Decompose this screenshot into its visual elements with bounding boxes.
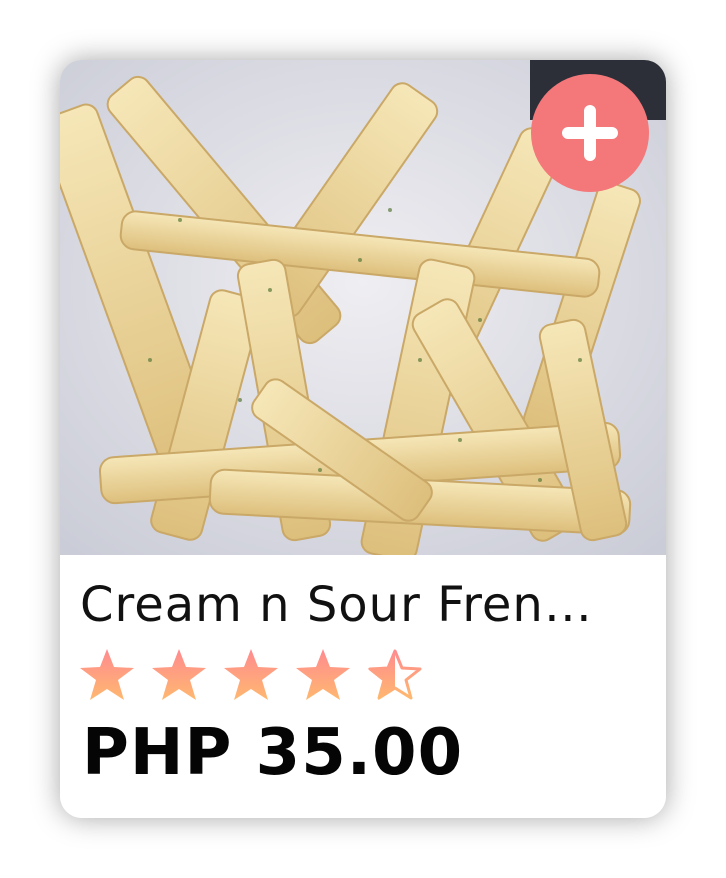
product-info: Cream n Sour Fren… PHP 35.00 (60, 555, 666, 818)
add-to-cart-button[interactable] (531, 74, 649, 192)
star-rating (78, 647, 424, 703)
product-name: Cream n Sour Fren… (80, 577, 593, 633)
star-full-icon (80, 649, 134, 700)
plus-icon (562, 105, 618, 161)
product-price: PHP 35.00 (82, 716, 464, 790)
star-full-icon (224, 649, 278, 700)
star-half-icon (368, 649, 422, 700)
product-card[interactable]: Cream n Sour Fren… PHP 35.00 (60, 60, 666, 818)
star-full-icon (296, 649, 350, 700)
star-full-icon (152, 649, 206, 700)
